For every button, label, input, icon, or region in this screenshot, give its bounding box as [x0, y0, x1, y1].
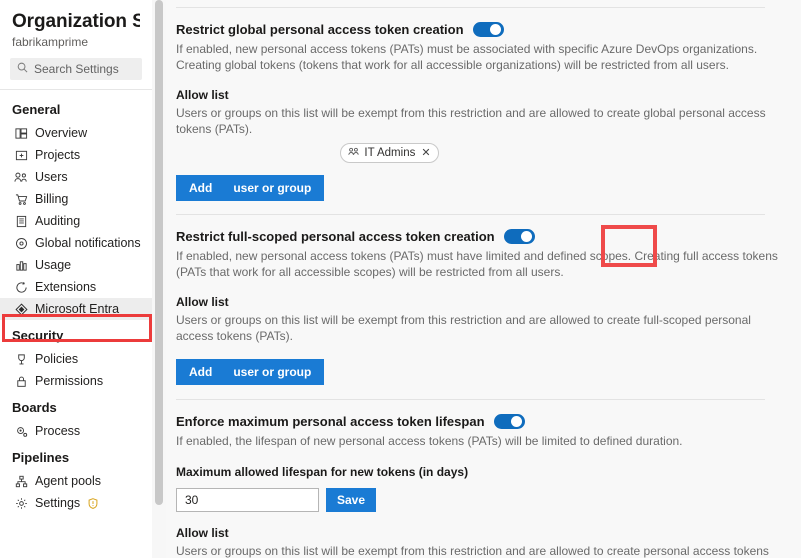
add-button-primary-label: Add — [189, 365, 213, 379]
search-settings-container: Search Settings — [0, 50, 152, 80]
sidebar-item-label: Auditing — [35, 214, 81, 228]
sidebar-nav: General Overview Projects Users Billing … — [0, 90, 152, 514]
search-input[interactable]: Search Settings — [10, 58, 142, 80]
sidebar-item-users[interactable]: Users — [0, 166, 152, 188]
sidebar-item-label: Agent pools — [35, 474, 102, 488]
organization-settings-page: Organization S... fabrikamprime Search S… — [0, 0, 801, 558]
allow-list-description: Users or groups on this list will be exe… — [176, 544, 769, 558]
microsoft-entra-icon — [14, 302, 28, 316]
sidebar-item-label: Billing — [35, 192, 69, 206]
enforce-max-lifespan-toggle[interactable] — [493, 414, 525, 429]
restrict-full-scoped-pat-toggle[interactable] — [503, 229, 535, 244]
sidebar-item-global-notifications[interactable]: Global notifications — [0, 232, 152, 254]
section-enforce-max-pat-lifespan: Enforce maximum personal access token li… — [176, 400, 783, 558]
permissions-lock-icon — [14, 374, 28, 388]
toggle-knob — [490, 24, 502, 35]
main-content: Restrict global personal access token cr… — [166, 0, 801, 558]
sidebar-item-agent-pools[interactable]: Agent pools — [0, 470, 152, 492]
sidebar-item-settings[interactable]: Settings — [0, 492, 152, 514]
toggle-knob — [511, 416, 523, 427]
sidebar-item-label: Global notifications — [35, 236, 141, 250]
sidebar-item-label: Permissions — [35, 374, 104, 388]
scrollbar-thumb[interactable] — [155, 0, 163, 505]
section-title: Restrict global personal access token cr… — [176, 22, 464, 37]
nav-group-pipelines: Pipelines — [12, 450, 70, 465]
sidebar-scrollbar[interactable] — [152, 0, 166, 558]
sidebar-item-label: Extensions — [35, 280, 97, 294]
global-notifications-icon — [14, 236, 28, 250]
allow-list-description: Users or groups on this list will be exe… — [176, 106, 766, 136]
max-lifespan-field-label: Maximum allowed lifespan for new tokens … — [176, 465, 469, 479]
sidebar-item-label: Users — [35, 170, 68, 184]
sidebar-item-label: Projects — [35, 148, 81, 162]
sidebar-item-policies[interactable]: Policies — [0, 348, 152, 370]
section-title: Enforce maximum personal access token li… — [176, 414, 485, 429]
warning-shield-icon — [88, 497, 98, 509]
section-title: Restrict full-scoped personal access tok… — [176, 229, 495, 244]
process-gear-icon — [14, 424, 28, 438]
search-placeholder: Search Settings — [34, 62, 119, 76]
sidebar-item-process[interactable]: Process — [0, 420, 152, 442]
sidebar: Organization S... fabrikamprime Search S… — [0, 0, 152, 558]
sidebar-item-label: Policies — [35, 352, 79, 366]
sidebar-item-overview[interactable]: Overview — [0, 122, 152, 144]
organization-header: Organization S... fabrikamprime — [0, 0, 152, 50]
sidebar-item-permissions[interactable]: Permissions — [0, 370, 152, 392]
nav-group-general: General — [12, 102, 61, 117]
sidebar-item-usage[interactable]: Usage — [0, 254, 152, 276]
billing-cart-icon — [14, 192, 28, 206]
projects-icon — [14, 148, 28, 162]
section-restrict-global-pat: Restrict global personal access token cr… — [176, 8, 783, 201]
allow-list-title: Allow list — [176, 526, 229, 540]
policies-shield-icon — [14, 352, 28, 366]
close-icon[interactable]: ✕ — [421, 147, 430, 159]
overview-grid-icon — [14, 126, 28, 140]
auditing-log-icon — [14, 214, 28, 228]
allow-list-description: Users or groups on this list will be exe… — [176, 313, 751, 343]
section-header: Restrict full-scoped personal access tok… — [176, 228, 783, 245]
nav-group-security: Security — [12, 328, 64, 343]
extensions-icon — [14, 280, 28, 294]
add-button-secondary-label: user or group — [233, 365, 312, 379]
max-lifespan-field-row: Save — [176, 488, 783, 512]
sidebar-item-label: Process — [35, 424, 81, 438]
sidebar-item-label: Settings — [35, 496, 81, 510]
sidebar-item-projects[interactable]: Projects — [0, 144, 152, 166]
toggle-knob — [521, 231, 533, 242]
allow-list-chip[interactable]: IT Admins ✕ — [340, 143, 439, 163]
sidebar-item-auditing[interactable]: Auditing — [0, 210, 152, 232]
add-user-or-group-button[interactable]: Add user or group — [176, 359, 325, 385]
save-button[interactable]: Save — [326, 488, 377, 512]
allow-list-title: Allow list — [176, 88, 229, 102]
sidebar-item-microsoft-entra[interactable]: Microsoft Entra — [0, 298, 152, 320]
page-title: Organization S... — [12, 11, 140, 32]
allow-list-chips: IT Admins ✕ — [176, 143, 783, 163]
usage-chart-icon — [14, 258, 28, 272]
sidebar-item-label: Usage — [35, 258, 72, 272]
sidebar-item-label: Microsoft Entra — [35, 302, 120, 316]
organization-name: fabrikamprime — [12, 35, 89, 49]
restrict-global-pat-toggle[interactable] — [472, 22, 504, 37]
section-description: If enabled, new personal access tokens (… — [176, 249, 778, 279]
max-lifespan-input[interactable] — [176, 488, 319, 512]
chip-label: IT Admins — [364, 147, 416, 159]
search-icon — [17, 62, 28, 76]
allow-list-title: Allow list — [176, 295, 229, 309]
add-user-or-group-button[interactable]: Add user or group — [176, 175, 325, 201]
section-description: If enabled, new personal access tokens (… — [176, 42, 758, 72]
section-restrict-full-scoped-pat: Restrict full-scoped personal access tok… — [176, 215, 783, 385]
sidebar-item-label: Overview — [35, 126, 88, 140]
sidebar-item-billing[interactable]: Billing — [0, 188, 152, 210]
sidebar-item-extensions[interactable]: Extensions — [0, 276, 152, 298]
nav-group-boards: Boards — [12, 400, 57, 415]
section-description: If enabled, the lifespan of new personal… — [176, 434, 683, 448]
section-header: Enforce maximum personal access token li… — [176, 413, 783, 430]
section-header: Restrict global personal access token cr… — [176, 21, 783, 38]
settings-gear-icon — [14, 496, 28, 510]
add-button-secondary-label: user or group — [233, 181, 312, 195]
agent-pools-icon — [14, 474, 28, 488]
users-icon — [14, 170, 28, 184]
add-button-primary-label: Add — [189, 181, 213, 195]
group-icon — [348, 147, 360, 159]
